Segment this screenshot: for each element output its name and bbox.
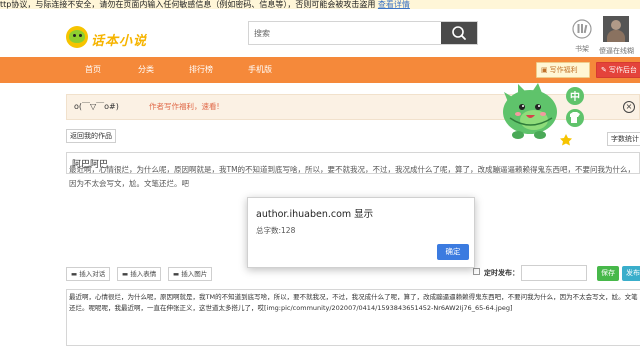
insert-emoji-label: 插入表情 — [130, 270, 157, 278]
mascot: 中 — [503, 83, 584, 146]
username-label: 傻逼在线糊 — [599, 47, 634, 55]
insert-emoji-button[interactable]: ▬ 插入表情 — [117, 267, 162, 281]
insert-image-label: 插入图片 — [181, 270, 208, 278]
image-icon: ▬ — [173, 270, 182, 278]
search-icon — [452, 26, 466, 40]
save-button[interactable]: 保存 — [597, 266, 619, 281]
bookshelf-label: 书架 — [575, 45, 589, 53]
dialog-ok-button[interactable]: 确定 — [437, 244, 469, 260]
nav-home[interactable]: 首页 — [85, 57, 101, 83]
content-editor[interactable]: 最近啊，心情很烂，为什么呢，原因啊就是，我TM的不知道到底写啥，所以，要不就我况… — [66, 289, 640, 346]
dialog-message: 总字数:128 — [256, 226, 296, 235]
publish-button[interactable]: 发布 — [622, 266, 640, 281]
notice-link[interactable]: 作者写作福利，速看! — [149, 95, 220, 119]
logo-eye — [79, 34, 82, 37]
warning-details-link[interactable]: 查看详情 — [378, 0, 410, 9]
warning-text: ttp协议，与际连接不安全，请勿在页面内输入任何敏感信息（例如密码、信息等），否… — [0, 0, 376, 9]
nav-mobile[interactable]: 手机版 — [248, 57, 272, 83]
schedule-checkbox[interactable] — [473, 268, 480, 275]
logo-face — [69, 30, 85, 43]
bookshelf-icon — [572, 19, 592, 39]
avatar — [603, 16, 629, 42]
schedule-time-input[interactable] — [521, 265, 587, 281]
logo-text: 话本小说 — [91, 34, 148, 49]
alert-dialog: author.ihuaben.com 显示 总字数:128 确定 — [247, 197, 475, 268]
insert-dialog-label: 插入对话 — [79, 270, 106, 278]
search-button[interactable] — [441, 22, 477, 44]
search-input[interactable] — [249, 22, 441, 44]
close-icon[interactable]: × — [623, 101, 635, 113]
writing-backend-button[interactable]: ✎ 写作后台 — [596, 62, 640, 78]
writing-welfare-button[interactable]: ▣ 写作福利 — [536, 62, 590, 78]
editor-text[interactable]: 最近啊，心情很烂，为什么呢，原因啊就是，我TM的不知道到底写啥，所以，要不就我况… — [69, 292, 640, 313]
logo-eye — [73, 34, 76, 37]
word-count-button[interactable]: 字数统计 — [607, 132, 640, 146]
content-preview: 最近啊，心情很烂，为什么呢，原因啊就是，我TM的不知道到底写啥，所以，要不就我况… — [69, 165, 636, 188]
nav-categories[interactable]: 分类 — [138, 57, 154, 83]
dialog-title: author.ihuaben.com 显示 — [256, 209, 374, 220]
gift-icon: ▣ — [541, 66, 548, 74]
nav-rankings[interactable]: 排行榜 — [189, 57, 213, 83]
schedule-label: 定时发布： — [484, 269, 519, 277]
bookshelf-link[interactable]: 书架 — [568, 18, 596, 54]
insert-image-button[interactable]: ▬ 插入图片 — [168, 267, 213, 281]
avatar-body — [607, 30, 625, 42]
site-logo[interactable]: 话本小说 — [66, 25, 150, 51]
back-to-works-button[interactable]: 返回我的作品 — [66, 129, 116, 143]
notice-emoticon: o(￣▽￣o#) — [74, 102, 119, 111]
svg-text:中: 中 — [570, 90, 580, 103]
writing-backend-label: 写作后台 — [608, 66, 637, 74]
site-header: 话本小说 书架 傻逼在线糊 — [0, 9, 640, 57]
dialog-icon: ▬ — [71, 270, 80, 278]
emoji-icon: ▬ — [122, 270, 131, 278]
user-menu[interactable]: 傻逼在线糊 — [599, 16, 640, 55]
pen-icon: ✎ — [601, 66, 607, 74]
insecure-connection-warning: ttp协议，与际连接不安全，请勿在页面内输入任何敏感信息（例如密码、信息等），否… — [0, 0, 640, 9]
avatar-head — [611, 20, 621, 30]
insert-dialog-button[interactable]: ▬ 插入对话 — [66, 267, 111, 281]
writing-welfare-label: 写作福利 — [549, 66, 578, 74]
search-box — [248, 21, 478, 45]
